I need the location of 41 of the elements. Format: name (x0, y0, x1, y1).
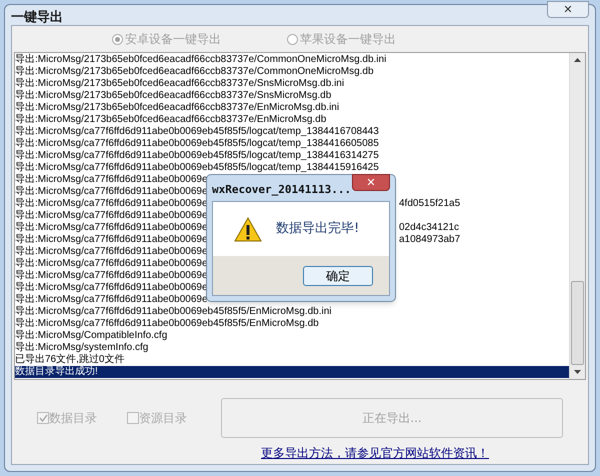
log-row[interactable]: 导出:MicroMsg/ca77f6ffd6d911abe0b0069e (15, 258, 208, 270)
warning-icon (234, 216, 262, 242)
log-row[interactable]: 导出:MicroMsg/ca77f6ffd6d911abe0b0069e (15, 282, 208, 294)
log-row[interactable]: 导出:MicroMsg/ca77f6ffd6d911abe0b0069e (15, 222, 208, 234)
log-row[interactable]: 导出:MicroMsg/2173b65eb0fced6eacadf66ccb83737e/SnsMicroMsg.db (15, 90, 332, 102)
log-row[interactable]: 导出:MicroMsg/systemInfo.cfg (15, 342, 148, 354)
log-row: a1084973ab7 (399, 234, 460, 246)
log-row: 4fd0515f21a5 (399, 198, 460, 210)
log-row[interactable]: 导出:MicroMsg/ca77f6ffd6d911abe0b0069e (15, 210, 208, 222)
log-row[interactable]: 导出:MicroMsg/2173b65eb0fced6eacadf66ccb83737e/SnsMicroMsg.db.ini (15, 78, 344, 90)
log-row[interactable]: 导出:MicroMsg/2173b65eb0fced6eacadf66ccb83737e/EnMicroMsg.db (15, 114, 326, 126)
log-row[interactable]: 导出:MicroMsg/2173b65eb0fced6eacadf66ccb83737e/CommonOneMicroMsg.db (15, 66, 374, 78)
scroll-down-icon[interactable] (574, 370, 581, 374)
log-row[interactable]: 导出:MicroMsg/ca77f6ffd6d911abe0b0069eb45f85f5/logcat/temp_1384416605085 (15, 138, 379, 150)
scroll-up-icon[interactable] (574, 58, 581, 62)
log-row[interactable]: 导出:MicroMsg/ca77f6ffd6d911abe0b0069e (15, 174, 208, 186)
close-button[interactable]: ✕ (352, 174, 390, 191)
log-row: 02d4c34121c (399, 222, 460, 234)
log-row[interactable]: 导出:MicroMsg/ca77f6ffd6d911abe0b0069e (15, 198, 208, 210)
log-row[interactable]: 导出:MicroMsg/ca77f6ffd6d911abe0b0069e (15, 294, 208, 306)
close-button[interactable]: ✕ (547, 1, 589, 18)
dialog-message: 数据导出完毕! (276, 220, 360, 238)
log-row[interactable]: 数据目录导出成功! (15, 366, 569, 378)
log-row[interactable]: 导出:MicroMsg/2173b65eb0fced6eacadf66ccb83737e/EnMicroMsg.db.ini (15, 102, 340, 114)
log-row[interactable]: 导出:MicroMsg/CompatibleInfo.cfg (15, 330, 168, 342)
log-row[interactable]: 导出:MicroMsg/ca77f6ffd6d911abe0b0069eb45f85f5/logcat/temp_1384416708443 (15, 126, 379, 138)
log-row[interactable]: 导出:MicroMsg/ca77f6ffd6d911abe0b0069eb45f85f5/EnMicroMsg.db.ini (15, 306, 332, 318)
log-row[interactable]: 导出:MicroMsg/ca77f6ffd6d911abe0b0069eb45f85f5/logcat/temp_1384416314275 (15, 150, 379, 162)
log-row[interactable]: 导出:MicroMsg/ca77f6ffd6d911abe0b0069eb45f85f5/logcat/temp_1384415916425 (15, 162, 379, 174)
scroll-thumb[interactable] (571, 281, 584, 365)
log-row[interactable]: 导出:MicroMsg/ca77f6ffd6d911abe0b0069e (15, 270, 208, 282)
log-row[interactable]: 导出:MicroMsg/ca77f6ffd6d911abe0b0069e (15, 186, 208, 198)
dialog-title: wxRecover_20141113... (212, 182, 352, 198)
log-row[interactable]: 已导出76文件,跳过0文件 (15, 354, 124, 366)
window-title: 一键导出 (11, 9, 63, 27)
log-row[interactable]: 导出:MicroMsg/ca77f6ffd6d911abe0b0069e (15, 234, 208, 246)
more-methods-link[interactable]: 更多导出方法，请参见官方网站软件资讯！ (261, 444, 489, 462)
log-row[interactable]: 导出:MicroMsg/ca77f6ffd6d911abe0b0069e (15, 246, 208, 258)
log-row[interactable]: 导出:MicroMsg/ca77f6ffd6d911abe0b0069eb45f85f5/EnMicroMsg.db (15, 318, 319, 330)
log-row[interactable]: 导出:MicroMsg/2173b65eb0fced6eacadf66ccb83737e/CommonOneMicroMsg.db.ini (15, 54, 386, 66)
ok-button[interactable]: 确定 (303, 266, 373, 286)
